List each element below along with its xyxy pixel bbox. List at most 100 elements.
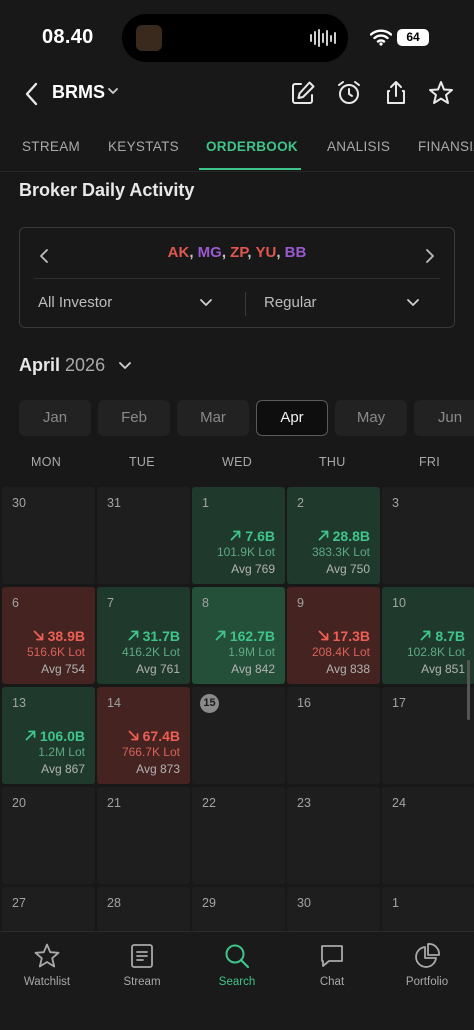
month-year-selector[interactable]: April 2026 xyxy=(19,355,105,376)
nav-search[interactable]: Search xyxy=(190,932,284,1030)
weekday-label: MON xyxy=(31,455,62,469)
calendar-day-cell[interactable]: 8 162.7B 1.9M Lot Avg 842 xyxy=(192,587,285,684)
divider xyxy=(245,292,246,316)
day-number: 16 xyxy=(297,696,311,710)
net-value: 28.8B xyxy=(318,528,370,544)
net-value-text: 106.0B xyxy=(39,728,85,744)
edit-icon[interactable] xyxy=(289,79,317,107)
broker-filter-panel: AK, MG, ZP, YU, BB All Investor Regular xyxy=(19,227,455,328)
nav-portfolio[interactable]: Portfolio xyxy=(380,932,474,1030)
ticker-symbol[interactable]: BRMS xyxy=(52,82,105,103)
trend-down-arrow-icon xyxy=(128,730,139,741)
trend-up-arrow-icon xyxy=(421,630,431,641)
day-number: 7 xyxy=(107,596,114,610)
calendar-day-cell[interactable]: 17 xyxy=(382,687,474,784)
tab-analisis[interactable]: ANALISIS xyxy=(327,139,390,154)
investor-type-dropdown[interactable]: All Investor xyxy=(38,294,112,311)
calendar-day-cell[interactable]: 31 xyxy=(97,487,190,584)
day-number: 21 xyxy=(107,796,121,810)
weekday-label: FRI xyxy=(419,455,441,469)
calendar-day-cell[interactable]: 20 xyxy=(2,787,95,884)
average-price: Avg 873 xyxy=(136,762,180,776)
pie-chart-icon xyxy=(415,943,440,968)
calendar-day-cell[interactable]: 16 xyxy=(287,687,380,784)
trend-up-arrow-icon xyxy=(128,630,139,641)
net-value-text: 31.7B xyxy=(142,628,180,644)
weekday-label: TUE xyxy=(129,455,155,469)
section-title: Broker Daily Activity xyxy=(19,180,195,200)
weekday-label: WED xyxy=(222,455,253,469)
day-number: 28 xyxy=(107,896,121,910)
chevron-down-icon[interactable] xyxy=(406,298,420,308)
calendar-day-cell[interactable]: 24 xyxy=(382,787,474,884)
calendar-day-cell[interactable]: 28 xyxy=(97,887,190,931)
share-icon[interactable] xyxy=(382,79,410,107)
calendar-day-cell[interactable]: 13 106.0B 1.2M Lot Avg 867 xyxy=(2,687,95,784)
trend-down-arrow-icon xyxy=(33,630,44,641)
calendar-day-cell[interactable]: 1 xyxy=(382,887,474,931)
chevron-down-icon[interactable] xyxy=(106,84,120,98)
month-jan[interactable]: Jan xyxy=(19,400,91,436)
day-number: 1 xyxy=(202,496,209,510)
lot-volume: 102.8K Lot xyxy=(406,645,465,659)
now-playing-thumbnail xyxy=(136,25,162,51)
nav-stream[interactable]: Stream xyxy=(95,932,189,1030)
calendar-day-cell[interactable]: 6 38.9B 516.6K Lot Avg 754 xyxy=(2,587,95,684)
calendar-day-cell[interactable]: 27 xyxy=(2,887,95,931)
lot-volume: 101.9K Lot xyxy=(216,545,275,559)
scrollbar[interactable] xyxy=(467,660,470,720)
back-chevron-icon[interactable] xyxy=(20,80,44,108)
stock-tabs: STREAM KEYSTATS ORDERBOOK ANALISIS FINAN… xyxy=(0,130,474,172)
today-day-number: 15 xyxy=(200,694,219,713)
trend-up-arrow-icon xyxy=(231,530,241,541)
average-price: Avg 769 xyxy=(231,562,275,576)
nav-chat[interactable]: Chat xyxy=(285,932,379,1030)
calendar-day-cell[interactable]: 22 xyxy=(192,787,285,884)
favorite-star-icon[interactable] xyxy=(427,79,455,107)
month-feb[interactable]: Feb xyxy=(98,400,170,436)
calendar-day-cell[interactable]: 23 xyxy=(287,787,380,884)
day-number: 3 xyxy=(392,496,399,510)
stock-header: BRMS xyxy=(0,76,474,112)
broker-list[interactable]: AK, MG, ZP, YU, BB xyxy=(20,244,454,261)
average-price: Avg 838 xyxy=(326,662,370,676)
calendar-day-cell[interactable]: 14 67.4B 766.7K Lot Avg 873 xyxy=(97,687,190,784)
calendar-day-cell[interactable]: 15 xyxy=(192,687,285,784)
net-value-text: 162.7B xyxy=(229,628,275,644)
tab-finansial[interactable]: FINANSIA xyxy=(418,139,474,154)
net-value: 38.9B xyxy=(33,628,85,644)
day-number: 30 xyxy=(12,496,26,510)
chevron-down-icon[interactable] xyxy=(118,361,132,371)
calendar-day-cell[interactable]: 30 xyxy=(287,887,380,931)
tab-orderbook[interactable]: ORDERBOOK xyxy=(206,139,298,154)
nav-watchlist[interactable]: Watchlist xyxy=(0,932,94,1030)
net-value-text: 17.3B xyxy=(332,628,370,644)
calendar-day-cell[interactable]: 7 31.7B 416.2K Lot Avg 761 xyxy=(97,587,190,684)
calendar-day-cell[interactable]: 29 xyxy=(192,887,285,931)
average-price: Avg 750 xyxy=(326,562,370,576)
calendar-day-cell[interactable]: 21 xyxy=(97,787,190,884)
chevron-down-icon[interactable] xyxy=(199,298,213,308)
alarm-icon[interactable] xyxy=(335,79,363,107)
net-value-text: 38.9B xyxy=(47,628,85,644)
tab-stream[interactable]: STREAM xyxy=(22,139,80,154)
calendar-day-cell[interactable]: 10 8.7B 102.8K Lot Avg 851 xyxy=(382,587,474,684)
month-apr[interactable]: Apr xyxy=(256,400,328,436)
month-may[interactable]: May xyxy=(335,400,407,436)
chat-icon xyxy=(321,945,343,967)
day-number: 6 xyxy=(12,596,19,610)
calendar-day-cell[interactable]: 3 xyxy=(382,487,474,584)
calendar-day-cell[interactable]: 1 7.6B 101.9K Lot Avg 769 xyxy=(192,487,285,584)
calendar-day-cell[interactable]: 9 17.3B 208.4K Lot Avg 838 xyxy=(287,587,380,684)
market-type-dropdown[interactable]: Regular xyxy=(264,294,317,311)
next-chevron-icon[interactable] xyxy=(422,246,438,266)
month-jun[interactable]: Jun xyxy=(414,400,474,436)
tab-keystats[interactable]: KEYSTATS xyxy=(108,139,179,154)
broker-code: YU xyxy=(255,244,277,261)
month-mar[interactable]: Mar xyxy=(177,400,249,436)
dynamic-island xyxy=(122,14,348,62)
day-number: 13 xyxy=(12,696,26,710)
calendar-day-cell[interactable]: 2 28.8B 383.3K Lot Avg 750 xyxy=(287,487,380,584)
calendar-day-cell[interactable]: 30 xyxy=(2,487,95,584)
lot-volume: 1.2M Lot xyxy=(38,745,85,759)
